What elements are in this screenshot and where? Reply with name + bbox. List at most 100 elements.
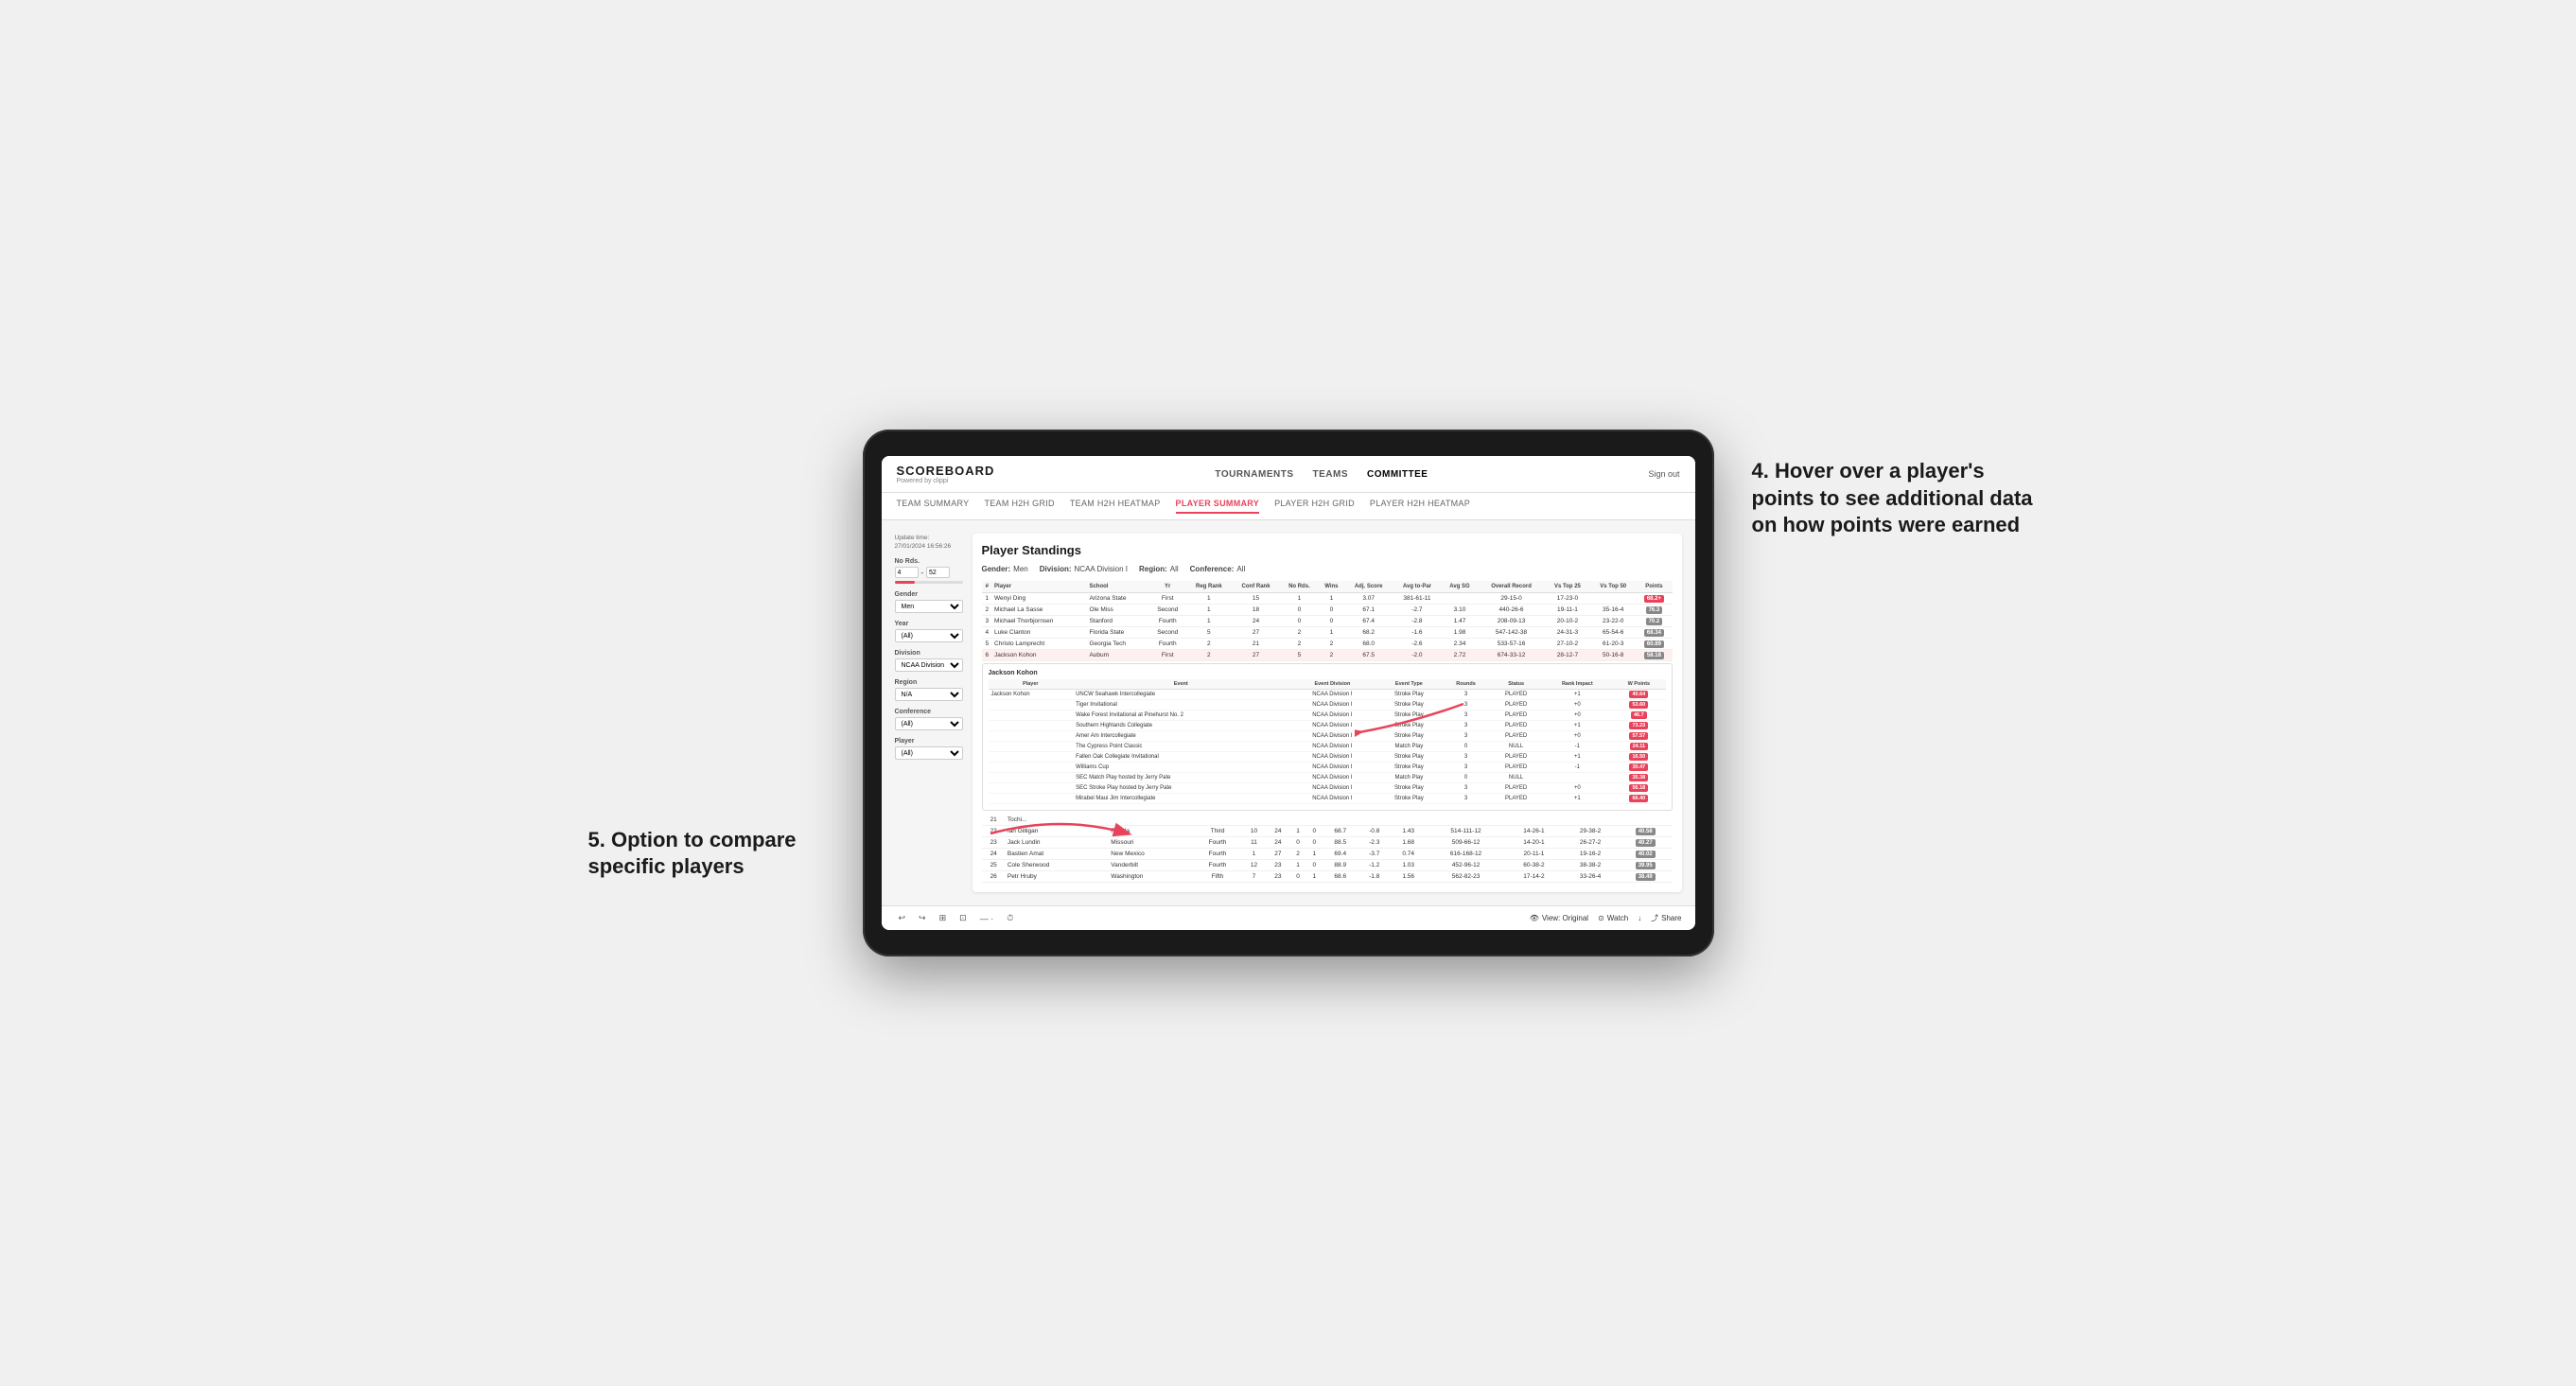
- view-original-label: View: Original: [1542, 914, 1588, 922]
- filter-conference: Conference: All: [1190, 565, 1246, 573]
- nav-committee[interactable]: COMMITTEE: [1367, 469, 1428, 480]
- copy-button[interactable]: ⊡: [955, 911, 971, 925]
- brand-sub: Powered by clippi: [897, 478, 995, 484]
- filter-button[interactable]: ⊞: [936, 911, 951, 925]
- points-badge-6: 58.18: [1644, 652, 1664, 659]
- download-button[interactable]: ↓: [1638, 914, 1641, 922]
- col-wins: Wins: [1319, 581, 1345, 593]
- no-rds-label: No Rds.: [895, 558, 963, 565]
- tcol-player: Player: [989, 679, 1074, 690]
- sign-out-button[interactable]: Sign out: [1648, 469, 1679, 479]
- filter-gender: Gender: Men: [982, 565, 1028, 573]
- undo-button[interactable]: ↩: [895, 911, 910, 925]
- nav-tournaments[interactable]: TOURNAMENTS: [1215, 469, 1293, 480]
- col-no-rds: No Rds.: [1280, 581, 1318, 593]
- points-badge-26: 38.49: [1636, 873, 1656, 881]
- tooltip-row: Mirabel Maui Jim Intercollegiate NCAA Di…: [989, 794, 1666, 804]
- table-row: 1 Wenyi Ding Arizona State First 1 15 1 …: [982, 593, 1673, 605]
- tcol-event: Event: [1073, 679, 1288, 690]
- dash-button[interactable]: — ·: [976, 912, 998, 925]
- year-select[interactable]: (All): [895, 629, 963, 642]
- sidebar-conference: Conference (All): [895, 709, 963, 730]
- player-label: Player: [895, 738, 963, 745]
- bottom-toolbar: ↩ ↪ ⊞ ⊡ — · ⏱ 👁 View: Original ⊙ Watch: [882, 905, 1695, 930]
- tablet-frame: SCOREBOARD Powered by clippi TOURNAMENTS…: [863, 430, 1714, 956]
- col-avg-sg: Avg SG: [1442, 581, 1478, 593]
- points-badge-1: 68.2+: [1644, 595, 1664, 603]
- no-rds-slider[interactable]: [895, 581, 963, 584]
- table-row: 2 Michael La Sasse Ole Miss Second 1 18 …: [982, 605, 1673, 616]
- gender-select[interactable]: Men: [895, 600, 963, 613]
- view-original-button[interactable]: 👁 View: Original: [1530, 914, 1588, 922]
- annotation-right: 4. Hover over a player's points to see a…: [1752, 458, 2036, 539]
- filter-division: Division: NCAA Division I: [1040, 565, 1128, 573]
- tab-team-h2h-heatmap[interactable]: TEAM H2H HEATMAP: [1070, 499, 1161, 514]
- points-badge-23: 40.27: [1636, 839, 1656, 847]
- filter-region: Region: All: [1139, 565, 1179, 573]
- table-row: 5 Christo Lamprecht Georgia Tech Fourth …: [982, 639, 1673, 650]
- conference-select[interactable]: (All): [895, 717, 963, 730]
- clock-button[interactable]: ⏱: [1003, 911, 1017, 925]
- col-points: Points: [1636, 581, 1672, 593]
- nav-teams[interactable]: TEAMS: [1312, 469, 1348, 480]
- standings-table: # Player School Yr Reg Rank Conf Rank No…: [982, 581, 1673, 661]
- watch-button[interactable]: ⊙ Watch: [1598, 914, 1628, 922]
- division-select[interactable]: NCAA Division I: [895, 658, 963, 672]
- no-rds-max-input[interactable]: [926, 567, 950, 578]
- redo-button[interactable]: ↪: [915, 911, 930, 925]
- division-label: Division: [895, 650, 963, 657]
- tab-player-h2h-heatmap[interactable]: PLAYER H2H HEATMAP: [1370, 499, 1470, 514]
- tooltip-row: Southern Highlands Collegiate NCAA Divis…: [989, 721, 1666, 731]
- tcol-status: Status: [1490, 679, 1543, 690]
- annotation-left: 5. Option to compare specific players: [588, 827, 834, 881]
- tooltip-row: Tiger Invitational NCAA Division I Strok…: [989, 700, 1666, 711]
- tcol-rank-impact: Rank Impact: [1542, 679, 1612, 690]
- tooltip-table: Player Event Event Division Event Type R…: [989, 679, 1666, 804]
- sidebar-region: Region N/A: [895, 679, 963, 701]
- region-select[interactable]: N/A: [895, 688, 963, 701]
- table-row: 4 Luke Clanton Florida State Second 5 27…: [982, 627, 1673, 639]
- col-conf-rank: Conf Rank: [1232, 581, 1280, 593]
- tooltip-row: Jackson Kohon UNCW Seahawk Intercollegia…: [989, 690, 1666, 700]
- player-select[interactable]: (All): [895, 746, 963, 760]
- tooltip-row: Amer Am Intercollegiate NCAA Division I …: [989, 731, 1666, 742]
- tooltip-row: Fallen Oak Collegiate Invitational NCAA …: [989, 752, 1666, 763]
- nav-links: TOURNAMENTS TEAMS COMMITTEE: [1215, 469, 1428, 480]
- col-vs-top50: Vs Top 50: [1590, 581, 1636, 593]
- col-vs-top25: Vs Top 25: [1545, 581, 1590, 593]
- table-row: 26 Petr Hruby Washington Fifth 7 23 0 1 …: [982, 871, 1673, 883]
- share-button[interactable]: ⤴ Share: [1651, 913, 1681, 923]
- tooltip-row: The Cypress Point Classic NCAA Division …: [989, 742, 1666, 752]
- player-standings-title: Player Standings: [982, 543, 1673, 557]
- update-time: Update time: 27/01/2024 16:56:26: [895, 534, 963, 551]
- share-icon: ⤴: [1651, 913, 1658, 923]
- tooltip-row: Wake Forest Invitational at Pinehurst No…: [989, 711, 1666, 721]
- annotation-left-text: 5. Option to compare specific players: [588, 828, 797, 879]
- points-badge-4: 68.34: [1644, 629, 1664, 637]
- sidebar-division: Division NCAA Division I: [895, 650, 963, 672]
- jackson-row: 6 Jackson Kohon Auburn First 2 27 5 2 67…: [982, 650, 1673, 661]
- sidebar-gender: Gender Men: [895, 591, 963, 613]
- no-rds-min-input[interactable]: [895, 567, 919, 578]
- watch-icon: ⊙: [1598, 914, 1604, 922]
- points-badge-2: 76.3: [1646, 606, 1663, 614]
- col-overall-record: Overall Record: [1478, 581, 1545, 593]
- no-rds-range: -: [895, 567, 963, 578]
- col-school: School: [1087, 581, 1148, 593]
- tooltip-header: Jackson Kohon: [989, 670, 1666, 676]
- points-badge-3: 70.2: [1646, 618, 1663, 625]
- col-player: Player: [992, 581, 1087, 593]
- gender-label: Gender: [895, 591, 963, 598]
- tooltip-player-name: Jackson Kohon: [989, 670, 1038, 676]
- col-rank: #: [982, 581, 993, 593]
- sidebar-year: Year (All): [895, 621, 963, 642]
- tab-team-h2h-grid[interactable]: TEAM H2H GRID: [984, 499, 1054, 514]
- year-label: Year: [895, 621, 963, 627]
- share-label: Share: [1661, 914, 1681, 922]
- annotation-right-text: 4. Hover over a player's points to see a…: [1752, 459, 2033, 536]
- col-avg-to-par: Avg to-Par: [1393, 581, 1442, 593]
- tab-team-summary[interactable]: TEAM SUMMARY: [897, 499, 970, 514]
- sidebar-player: Player (All): [895, 738, 963, 760]
- tab-player-summary[interactable]: PLAYER SUMMARY: [1176, 499, 1260, 514]
- tab-player-h2h-grid[interactable]: PLAYER H2H GRID: [1274, 499, 1355, 514]
